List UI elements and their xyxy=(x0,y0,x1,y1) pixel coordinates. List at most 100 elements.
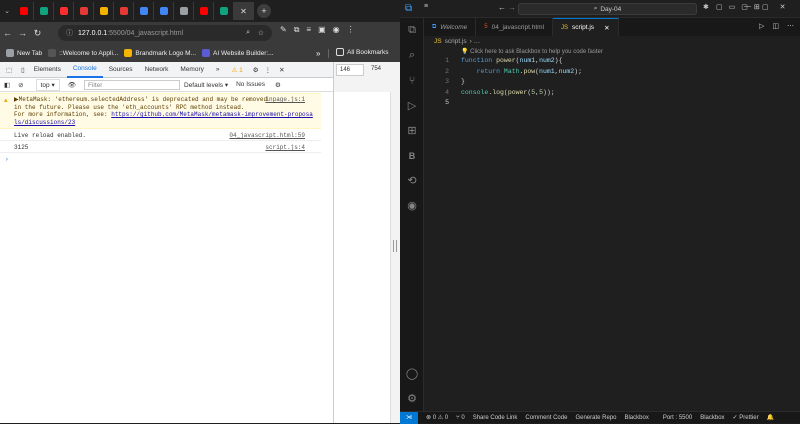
new-tab-button[interactable]: + xyxy=(257,4,271,18)
git-graph-icon[interactable]: ⟲ xyxy=(400,168,424,193)
browser-tab[interactable] xyxy=(94,2,114,20)
device-toolbar-icon[interactable]: ▯ xyxy=(18,62,28,78)
devtools-tab-network[interactable]: Network xyxy=(139,62,175,78)
console-settings-icon[interactable]: ⚙ xyxy=(275,81,281,89)
clear-console-icon[interactable]: ⊘ xyxy=(18,81,23,89)
run-debug-icon[interactable]: ▷ xyxy=(400,93,424,118)
close-tab-icon[interactable]: ✕ xyxy=(234,2,254,20)
notifications-icon[interactable]: 🔔 xyxy=(767,414,774,421)
warnings-badge[interactable]: ⚠ 1 xyxy=(232,66,243,74)
extensions-icon[interactable]: ⧉ xyxy=(294,25,300,35)
bookmark-item[interactable]: Brandmark Logo M... xyxy=(124,49,196,57)
browser-tab[interactable] xyxy=(134,2,154,20)
viewport-height[interactable]: 754 xyxy=(368,64,398,76)
browser-tab[interactable] xyxy=(114,2,134,20)
browser-tab[interactable] xyxy=(214,2,234,20)
bookmark-item[interactable]: ::Welcome to Appli... xyxy=(48,49,118,57)
resize-handle[interactable] xyxy=(393,240,397,252)
filter-input[interactable]: Filter xyxy=(84,79,180,90)
editor-tab[interactable]: 5 04_javascript.html xyxy=(476,18,554,36)
issues-button[interactable]: No Issues xyxy=(236,81,265,88)
address-bar[interactable]: ⓘ 127.0.0.1:5500/04_javascript.html ⌕ ☆ xyxy=(58,25,272,41)
message-source-link[interactable]: script.js:4 xyxy=(265,144,305,151)
code-line[interactable]: } xyxy=(461,78,465,85)
blackbox-codelens[interactable]: 💡 Click here to ask Blackbox to help you… xyxy=(461,48,603,55)
blackbox-status[interactable]: Blackbox xyxy=(700,415,724,421)
source-control-icon[interactable]: ⑂ xyxy=(400,68,424,93)
minimize-icon[interactable]: — xyxy=(744,3,751,11)
explorer-icon[interactable]: ⧉ xyxy=(400,18,424,43)
back-icon[interactable]: ← xyxy=(0,24,15,42)
problems-indicator[interactable]: ⊗ 0 ⚠ 0 xyxy=(426,414,448,421)
code-editor[interactable]: 💡 Click here to ask Blackbox to help you… xyxy=(424,47,800,411)
inspect-icon[interactable]: ⬚ xyxy=(0,62,18,78)
breadcrumb-separator[interactable]: › … xyxy=(470,38,480,45)
back-icon[interactable]: ← xyxy=(498,3,506,12)
menu-icon[interactable]: ≡ xyxy=(424,3,428,10)
browser-tab[interactable] xyxy=(154,2,174,20)
viewport-width[interactable]: 146 xyxy=(336,64,364,76)
browser-tab[interactable] xyxy=(34,2,54,20)
copilot-icon[interactable]: ✱ xyxy=(703,3,709,11)
all-bookmarks-button[interactable]: All Bookmarks xyxy=(336,48,389,56)
accounts-icon[interactable]: ◯ xyxy=(400,361,424,386)
toggle-sidebar-icon[interactable]: ▢ xyxy=(716,3,723,11)
share-code-link-button[interactable]: Share Code Link xyxy=(473,415,518,421)
live-server-port[interactable]: Port : 5500 xyxy=(663,415,692,421)
bookmark-item[interactable]: AI Website Builder:... xyxy=(202,49,274,57)
bookmarks-overflow-button[interactable]: » xyxy=(316,49,320,58)
warning-line-1[interactable]: ▶MetaMask: 'ethereum.selectedAddress' is… xyxy=(14,96,274,104)
close-icon[interactable]: ✕ xyxy=(780,3,786,11)
extensions-icon[interactable]: ⊞ xyxy=(400,118,424,143)
close-devtools-icon[interactable]: ✕ xyxy=(279,66,284,74)
devtools-menu-icon[interactable]: ⋮ xyxy=(265,66,272,74)
sidepanel-icon[interactable]: ▣ xyxy=(318,25,326,35)
remote-indicator[interactable]: ⋊ xyxy=(400,411,418,424)
close-tab-icon[interactable]: ✕ xyxy=(604,24,609,32)
sidebar-toggle-icon[interactable]: ◧ xyxy=(4,81,10,89)
more-tabs-button[interactable]: » xyxy=(210,62,226,78)
ports-indicator[interactable]: ⑂ 0 xyxy=(456,415,465,421)
message-source-link[interactable]: 04_javascript.html:59 xyxy=(229,132,305,139)
browser-tab[interactable] xyxy=(74,2,94,20)
run-icon[interactable]: ▷ xyxy=(759,22,764,30)
browser-tab[interactable] xyxy=(194,2,214,20)
console-prompt[interactable]: › xyxy=(0,153,321,165)
manage-gear-icon[interactable]: ⚙ xyxy=(400,386,424,411)
profile-icon[interactable]: ◉ xyxy=(333,25,340,35)
code-line[interactable]: console.log(power(5,5)); xyxy=(461,89,555,96)
generate-repo-button[interactable]: Generate Repo xyxy=(575,415,616,421)
search-icon[interactable]: ⌕ xyxy=(400,43,424,68)
comment-code-button[interactable]: Comment Code xyxy=(525,415,567,421)
toggle-panel-icon[interactable]: ▭ xyxy=(729,3,736,11)
browser-tab[interactable] xyxy=(174,2,194,20)
settings-gear-icon[interactable]: ⚙ xyxy=(253,66,259,74)
github-icon[interactable]: ◉ xyxy=(400,193,424,218)
devtools-tab-elements[interactable]: Elements xyxy=(28,62,67,78)
log-levels-select[interactable]: Default levels ▾ xyxy=(184,81,228,89)
tab-search-icon[interactable]: ⌄ xyxy=(0,2,14,20)
devtools-tab-sources[interactable]: Sources xyxy=(103,62,139,78)
devtools-tab-console[interactable]: Console xyxy=(66,62,103,78)
bookmark-star-icon[interactable]: ☆ xyxy=(258,29,264,37)
media-icon[interactable]: ≡ xyxy=(306,25,311,35)
devtools-tab-memory[interactable]: Memory xyxy=(174,62,209,78)
pen-icon[interactable]: ✎ xyxy=(280,25,287,35)
site-info-icon[interactable]: ⓘ xyxy=(66,28,73,38)
warning-source[interactable]: inpage.js:1 xyxy=(265,96,305,104)
code-line[interactable]: function power(num1,num2){ xyxy=(461,57,562,64)
menu-icon[interactable]: ⋮ xyxy=(347,25,355,35)
forward-icon[interactable]: → xyxy=(15,24,30,42)
editor-tab[interactable]: JS script.js ✕ xyxy=(553,18,619,36)
browser-tab[interactable] xyxy=(54,2,74,20)
more-actions-icon[interactable]: ⋯ xyxy=(787,22,794,30)
forward-icon[interactable]: → xyxy=(508,3,516,12)
blackbox-button[interactable]: Blackbox xyxy=(624,415,648,421)
command-center-search[interactable]: ⌕ Day-04 xyxy=(518,3,697,15)
breadcrumb-file[interactable]: script.js xyxy=(445,38,467,45)
maximize-icon[interactable]: ▢ xyxy=(762,3,769,11)
context-select[interactable]: top ▾ xyxy=(35,78,60,91)
live-expression-icon[interactable]: 👁 xyxy=(68,81,76,89)
browser-tab[interactable] xyxy=(14,2,34,20)
bookmark-item[interactable]: New Tab xyxy=(6,49,42,57)
